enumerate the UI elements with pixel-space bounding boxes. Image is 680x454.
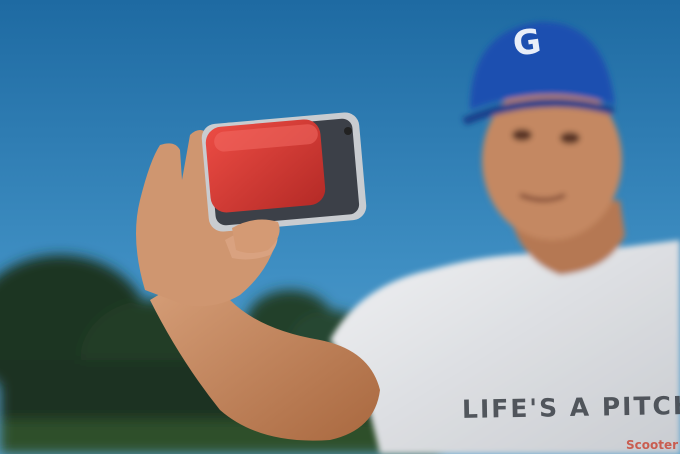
shirt-print-text: LIFE'S A PITCH bbox=[461, 390, 680, 424]
cap-logo: G bbox=[510, 21, 544, 65]
photo-scene: G LIFE'S A PITCH Scooter bbox=[0, 0, 680, 454]
shirt-print-subtext: Scooter bbox=[626, 438, 679, 452]
photo-illustration bbox=[0, 0, 680, 454]
red-grip-case bbox=[205, 119, 326, 213]
